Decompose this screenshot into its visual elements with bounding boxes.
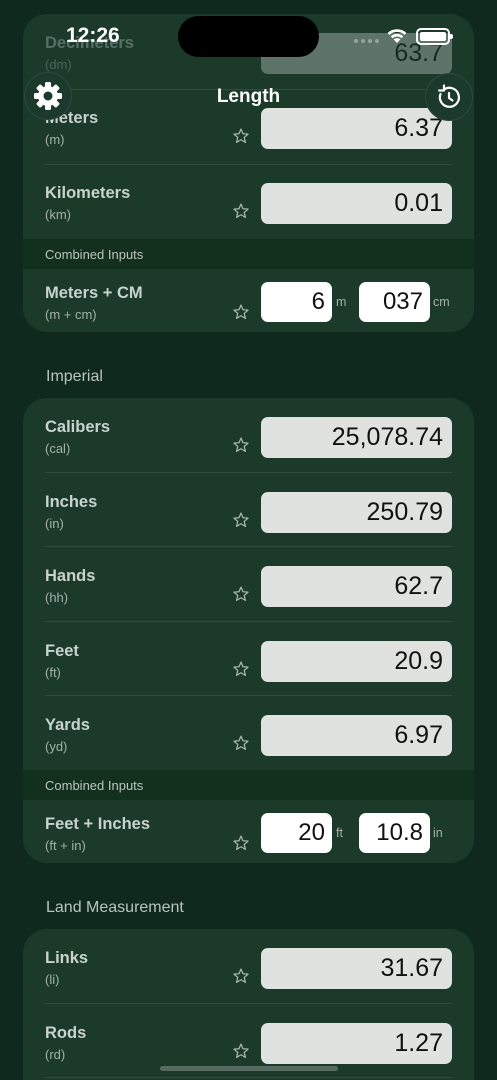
unit-abbreviation: (ft) [45,665,61,680]
unit-abbreviation: (m) [45,132,65,147]
unit-row-links: Links (li) 31.67 [23,929,474,1004]
unit-name: Yards [45,716,90,734]
length-converter-screen: 12:26 Length Decimeters (dm) 63.7 Meters… [0,0,497,1080]
unit-name: Inches [45,493,98,511]
unit-name: Hands [45,567,96,585]
inches-input[interactable]: 10.8 [359,813,430,853]
unit-abbreviation: (ft + in) [45,838,86,853]
dynamic-island [178,16,319,57]
value-field[interactable]: 25,078.74 [261,417,452,458]
unit-name: Meters + CM [45,284,143,302]
divider [45,1077,452,1078]
wifi-icon [387,29,407,43]
favorite-star-icon[interactable] [232,202,250,220]
cellular-signal-icon [354,39,379,45]
unit-name: Links [45,949,89,967]
value-field[interactable]: 1.27 [261,1023,452,1064]
unit-abbreviation: (li) [45,972,60,987]
unit-row-kilometers: Kilometers (km) 0.01 [23,164,474,239]
combined-row-feet-inches: Feet + Inches (ft + in) 20 ft 10.8 in [23,800,474,863]
combined-inputs-header: Combined Inputs [23,770,474,800]
favorite-star-icon[interactable] [232,127,250,145]
favorite-star-icon[interactable] [232,585,250,603]
status-time: 12:26 [66,24,120,47]
feet-input[interactable]: 20 [261,813,332,853]
unit-abbreviation: (cal) [45,441,71,456]
centimeters-unit-label: cm [433,295,450,309]
value-field[interactable]: 250.79 [261,492,452,533]
favorite-star-icon[interactable] [232,1042,250,1060]
unit-name: Calibers [45,418,111,436]
unit-row-feet: Feet (ft) 20.9 [23,622,474,697]
unit-row-calibers: Calibers (cal) 25,078.74 [23,398,474,473]
favorite-star-icon[interactable] [232,436,250,454]
status-bar: 12:26 [0,0,497,72]
feet-unit-label: ft [336,826,343,840]
home-indicator[interactable] [160,1066,338,1071]
unit-row-yards: Yards (yd) 6.97 [23,696,474,771]
battery-icon [416,28,453,45]
section-title-land-measurement: Land Measurement [46,899,184,916]
unit-name: Rods [45,1024,87,1042]
combined-inputs-label: Combined Inputs [45,778,144,793]
favorite-star-icon[interactable] [232,511,250,529]
favorite-star-icon[interactable] [232,303,250,321]
land-units-card: Links (li) 31.67 Rods (rd) 1.27 [23,929,474,1080]
value-field[interactable]: 62.7 [261,566,452,607]
favorite-star-icon[interactable] [232,734,250,752]
section-title-imperial: Imperial [46,368,103,385]
unit-name: Kilometers [45,184,131,202]
unit-name: Feet [45,642,79,660]
unit-abbreviation: (hh) [45,590,69,605]
meters-input[interactable]: 6 [261,282,332,322]
nav-bar: Length [0,72,497,121]
value-field[interactable]: 6.97 [261,715,452,756]
unit-abbreviation: (yd) [45,739,68,754]
favorite-star-icon[interactable] [232,834,250,852]
unit-row-inches: Inches (in) 250.79 [23,473,474,548]
unit-row-hands: Hands (hh) 62.7 [23,547,474,622]
unit-abbreviation: (m + cm) [45,307,97,322]
meters-unit-label: m [336,295,347,309]
reset-button[interactable] [425,73,473,121]
unit-abbreviation: (rd) [45,1047,66,1062]
favorite-star-icon[interactable] [232,660,250,678]
inches-unit-label: in [433,826,443,840]
combined-row-meters-cm: Meters + CM (m + cm) 6 m 037 cm [23,269,474,332]
combined-inputs-label: Combined Inputs [45,247,144,262]
centimeters-input[interactable]: 037 [359,282,430,322]
combined-inputs-header: Combined Inputs [23,239,474,269]
value-field[interactable]: 0.01 [261,183,452,224]
unit-name: Feet + Inches [45,815,151,833]
favorite-star-icon[interactable] [232,967,250,985]
unit-abbreviation: (km) [45,207,71,222]
page-title: Length [216,86,281,107]
imperial-units-card: Calibers (cal) 25,078.74 Inches (in) 250… [23,398,474,863]
reset-icon [438,84,460,108]
value-field[interactable]: 31.67 [261,948,452,989]
value-field[interactable]: 20.9 [261,641,452,682]
unit-abbreviation: (in) [45,516,64,531]
